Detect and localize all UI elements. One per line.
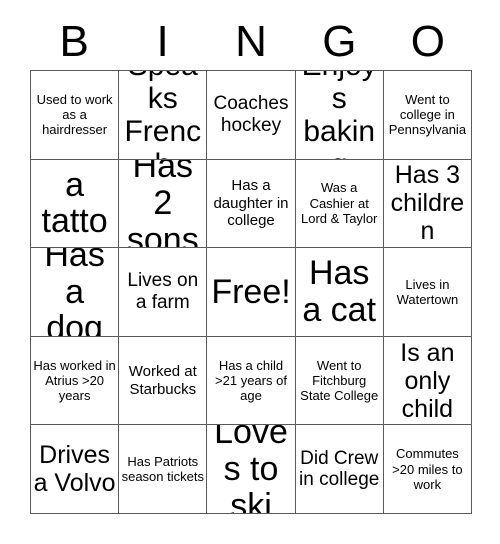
- bingo-header-letter-o: O: [384, 14, 472, 70]
- header-letter-text: I: [156, 17, 169, 66]
- bingo-cell-label: Is an only child: [400, 338, 455, 423]
- bingo-cell-o2[interactable]: Has 3 children: [383, 159, 472, 249]
- bingo-cell-g5[interactable]: Did Crew in college: [295, 425, 384, 514]
- bingo-cell-label: Drives a Volvo: [33, 441, 116, 498]
- bingo-free-space-label: Free!: [211, 272, 291, 311]
- header-letter-text: N: [235, 17, 267, 66]
- bingo-cell-label: Coaches hockey: [213, 93, 289, 136]
- bingo-cell-label: Has worked in Atrius >20 years: [33, 357, 116, 404]
- bingo-cell-label: Worked at Starbucks: [128, 363, 197, 398]
- bingo-header-letter-i: I: [118, 14, 206, 70]
- bingo-cell-g4[interactable]: Went to Fitchburg State College: [295, 336, 384, 426]
- bingo-header: B I N G O: [30, 14, 472, 70]
- bingo-cell-label: Has a tattoo: [41, 160, 108, 248]
- bingo-card: B I N G O Used to work as a hairdresser …: [0, 0, 500, 544]
- bingo-cell-label: Loves to ski: [214, 425, 288, 514]
- bingo-cell-free-space[interactable]: Free!: [207, 248, 296, 337]
- bingo-cell-i1[interactable]: Speaks French: [119, 71, 208, 160]
- bingo-cell-b5[interactable]: Drives a Volvo: [31, 425, 120, 514]
- header-letter-text: B: [59, 17, 89, 66]
- bingo-cell-label: Has 3 children: [390, 161, 465, 246]
- bingo-cell-i4[interactable]: Worked at Starbucks: [119, 336, 208, 426]
- bingo-cell-i5[interactable]: Has Patriots season tickets: [119, 425, 208, 514]
- bingo-cell-label: Has a dog: [44, 248, 105, 337]
- bingo-cell-label: Has 2 sons: [126, 159, 199, 249]
- bingo-cell-n4[interactable]: Has a child >21 years of age: [207, 336, 296, 426]
- bingo-cell-label: Has a child >21 years of age: [215, 357, 287, 404]
- bingo-cell-b1[interactable]: Used to work as a hairdresser: [31, 71, 120, 160]
- bingo-cell-o1[interactable]: Went to college in Pennsylvania: [383, 71, 472, 160]
- bingo-cell-label: Commutes >20 miles to work: [392, 446, 463, 492]
- header-letter-text: G: [322, 17, 357, 66]
- bingo-header-letter-b: B: [30, 14, 118, 70]
- bingo-cell-n5[interactable]: Loves to ski: [207, 425, 296, 514]
- bingo-cell-n2[interactable]: Has a daughter in college: [207, 159, 296, 249]
- bingo-header-letter-n: N: [207, 14, 295, 70]
- bingo-header-letter-g: G: [295, 14, 383, 70]
- bingo-cell-g2[interactable]: Was a Cashier at Lord & Taylor: [295, 159, 384, 249]
- bingo-cell-label: Lives in Watertown: [396, 276, 459, 307]
- bingo-cell-o4[interactable]: Is an only child: [383, 336, 472, 426]
- bingo-cell-label: Has Patriots season tickets: [121, 453, 204, 485]
- bingo-cell-b4[interactable]: Has worked in Atrius >20 years: [31, 336, 120, 426]
- header-letter-text: O: [410, 17, 445, 66]
- bingo-cell-label: Used to work as a hairdresser: [36, 91, 113, 138]
- bingo-cell-label: Went to Fitchburg State College: [300, 357, 379, 404]
- bingo-cell-g3[interactable]: Has a cat: [295, 248, 384, 337]
- bingo-cell-b3[interactable]: Has a dog: [31, 248, 120, 337]
- bingo-cell-b2[interactable]: Has a tattoo: [31, 159, 120, 249]
- bingo-cell-n1[interactable]: Coaches hockey: [207, 71, 296, 160]
- bingo-cell-label: Did Crew in college: [299, 447, 380, 491]
- bingo-cell-label: Enjoys baking: [302, 71, 377, 159]
- bingo-grid: Used to work as a hairdresser Speaks Fre…: [30, 70, 472, 514]
- bingo-cell-o3[interactable]: Lives in Watertown: [383, 248, 472, 337]
- bingo-cell-label: Speaks French: [124, 71, 202, 159]
- bingo-cell-label: Has a cat: [302, 254, 377, 329]
- bingo-cell-label: Lives on a farm: [127, 270, 199, 313]
- bingo-cell-label: Was a Cashier at Lord & Taylor: [301, 180, 378, 227]
- bingo-cell-o5[interactable]: Commutes >20 miles to work: [383, 425, 472, 514]
- bingo-cell-i3[interactable]: Lives on a farm: [119, 248, 208, 337]
- bingo-cell-label: Went to college in Pennsylvania: [388, 91, 467, 138]
- bingo-cell-g1[interactable]: Enjoys baking: [295, 71, 384, 160]
- bingo-cell-label: Has a daughter in college: [213, 177, 289, 230]
- bingo-cell-i2[interactable]: Has 2 sons: [119, 159, 208, 249]
